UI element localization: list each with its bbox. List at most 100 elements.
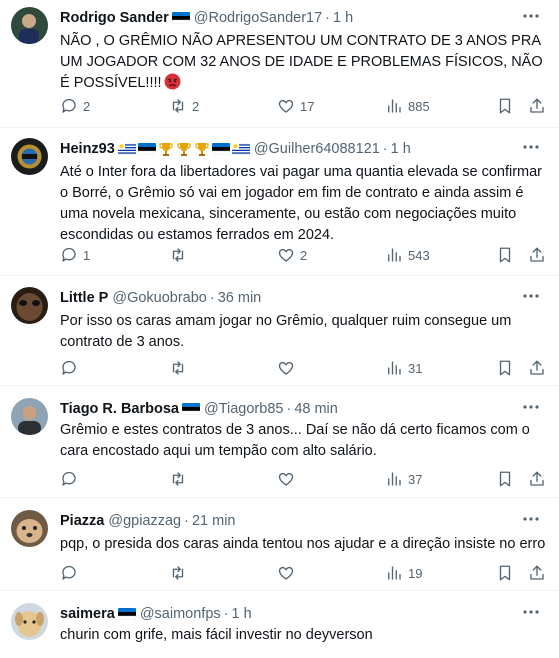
user-handle[interactable]: @Gokuobrabo <box>112 290 207 306</box>
share-button[interactable] <box>528 467 546 491</box>
like-button[interactable] <box>277 467 300 491</box>
views-button[interactable]: 37 <box>385 467 422 491</box>
views-chart-icon <box>388 566 401 580</box>
display-name[interactable]: Piazza <box>60 513 104 529</box>
tweet-text: Até o Inter fora da libertadores vai pag… <box>60 164 542 243</box>
name-badges <box>171 12 190 24</box>
estonia-flag-icon <box>171 12 190 24</box>
like-button[interactable]: 2 <box>277 243 307 267</box>
bookmark-button[interactable] <box>496 356 514 380</box>
avatar[interactable] <box>11 138 48 175</box>
user-handle[interactable]: @Tiagorb85 <box>204 401 283 417</box>
tweet-text: NÃO , O GRÊMIO NÃO APRESENTOU UM CONTRAT… <box>60 33 543 91</box>
bookmark-icon <box>499 98 511 114</box>
views-button[interactable]: 543 <box>385 243 430 267</box>
reply-button[interactable]: 1 <box>60 243 90 267</box>
tweet[interactable]: Tiago R. Barbosa @Tiagorb85 · 48 min Grê… <box>0 391 559 498</box>
more-options-icon[interactable] <box>521 397 541 417</box>
more-options-icon[interactable] <box>521 6 541 26</box>
user-handle[interactable]: @RodrigoSander17 <box>194 10 322 26</box>
bookmark-icon <box>499 360 511 376</box>
views-button[interactable]: 19 <box>385 561 422 585</box>
share-button[interactable] <box>528 356 546 380</box>
separator: · <box>223 606 229 622</box>
retweet-button[interactable] <box>169 561 192 585</box>
display-name[interactable]: Heinz93 <box>60 141 115 157</box>
tweet[interactable]: saimera @saimonfps · 1 h churin com grif… <box>0 596 559 658</box>
retweet-button[interactable]: 2 <box>169 94 199 118</box>
estonia-flag-icon <box>137 143 156 155</box>
timestamp[interactable]: 36 min <box>218 290 262 306</box>
separator: · <box>382 141 388 157</box>
share-button[interactable] <box>528 94 546 118</box>
display-name[interactable]: saimera <box>60 606 115 622</box>
bookmark-button[interactable] <box>496 243 514 267</box>
display-name[interactable]: Little P <box>60 290 108 306</box>
views-button[interactable]: 31 <box>385 356 422 380</box>
share-icon <box>530 98 544 113</box>
timestamp[interactable]: 1 h <box>333 10 353 26</box>
tweet[interactable]: Heinz93 @Guilher64088121 · 1 h Até o Int… <box>0 131 559 276</box>
estonia-flag-icon <box>117 608 136 620</box>
timestamp[interactable]: 1 h <box>391 141 411 157</box>
tweet-actions: 2 2 17 885 <box>54 94 544 118</box>
avatar[interactable] <box>11 7 48 44</box>
reply-count: 1 <box>83 247 91 263</box>
separator: · <box>286 401 292 417</box>
avatar[interactable] <box>11 603 48 640</box>
views-button[interactable]: 885 <box>385 94 430 118</box>
tweet[interactable]: Rodrigo Sander @RodrigoSander17 · 1 h NÃ… <box>0 0 559 128</box>
tweet-header: Rodrigo Sander @RodrigoSander17 · 1 h <box>60 8 353 28</box>
uruguay-flag-icon <box>231 143 250 155</box>
view-count: 543 <box>408 247 430 263</box>
timestamp[interactable]: 21 min <box>192 513 236 529</box>
avatar[interactable] <box>11 510 48 547</box>
share-icon <box>530 471 544 486</box>
share-button[interactable] <box>528 243 546 267</box>
retweet-button[interactable] <box>169 356 192 380</box>
reply-button[interactable] <box>60 467 83 491</box>
heart-icon <box>278 99 294 113</box>
separator: · <box>184 513 189 529</box>
more-options-icon[interactable] <box>521 137 541 157</box>
tweet[interactable]: Little P @Gokuobrabo · 36 min Por isso o… <box>0 280 559 386</box>
more-options-icon[interactable] <box>521 286 541 306</box>
retweet-button[interactable] <box>169 243 192 267</box>
retweet-button[interactable] <box>169 467 192 491</box>
display-name[interactable]: Tiago R. Barbosa <box>60 401 179 417</box>
display-name[interactable]: Rodrigo Sander <box>60 10 169 26</box>
reply-button[interactable]: 2 <box>60 94 90 118</box>
like-button[interactable] <box>277 561 300 585</box>
like-button[interactable]: 17 <box>277 94 314 118</box>
separator: · <box>209 290 215 306</box>
heart-icon <box>278 472 294 486</box>
views-chart-icon <box>388 361 401 375</box>
reply-icon <box>62 471 76 486</box>
like-button[interactable] <box>277 356 300 380</box>
reply-button[interactable] <box>60 356 83 380</box>
bookmark-button[interactable] <box>496 94 514 118</box>
heart-icon <box>278 248 294 262</box>
view-count: 885 <box>408 98 430 114</box>
tweet[interactable]: Piazza @gpiazzag · 21 min pqp, o presida… <box>0 503 559 591</box>
bookmark-button[interactable] <box>496 561 514 585</box>
more-options-icon[interactable] <box>521 602 541 622</box>
user-handle[interactable]: @gpiazzag <box>108 513 181 529</box>
reply-count: 2 <box>83 98 91 114</box>
timestamp[interactable]: 1 h <box>231 606 251 622</box>
tweet-header: Little P @Gokuobrabo · 36 min <box>60 288 261 308</box>
avatar[interactable] <box>11 287 48 324</box>
user-handle[interactable]: @saimonfps <box>140 606 221 622</box>
tweet-actions: 31 <box>54 356 544 380</box>
name-badges <box>117 608 136 620</box>
more-options-icon[interactable] <box>521 509 541 529</box>
bookmark-button[interactable] <box>496 467 514 491</box>
tweet-actions: 19 <box>54 561 544 585</box>
share-button[interactable] <box>528 561 546 585</box>
timestamp[interactable]: 48 min <box>294 401 338 417</box>
like-count: 2 <box>300 247 308 263</box>
tweet-text: Grêmio e estes contratos de 3 anos... Da… <box>60 422 530 459</box>
avatar[interactable] <box>11 398 48 435</box>
reply-button[interactable] <box>60 561 83 585</box>
user-handle[interactable]: @Guilher64088121 <box>254 141 380 157</box>
